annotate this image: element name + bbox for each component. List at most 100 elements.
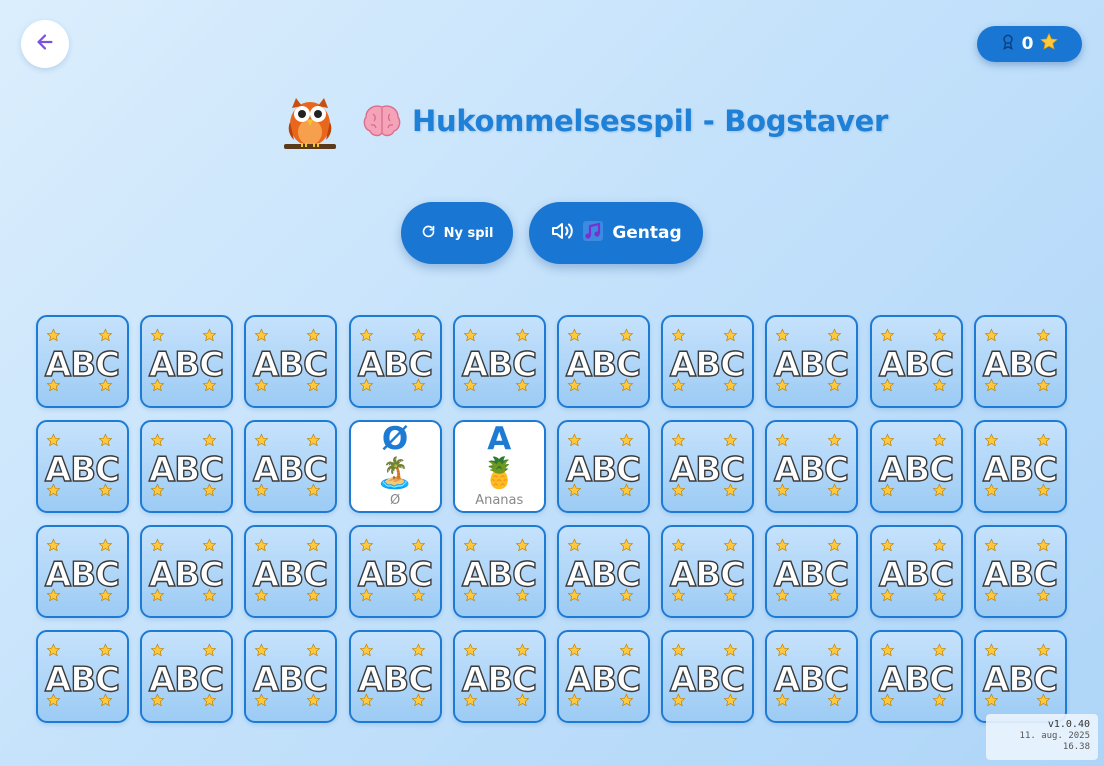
memory-card-back[interactable]: ABC [973,315,1067,408]
memory-card-back[interactable]: ABC [765,525,859,618]
memory-card-revealed[interactable]: A 🍍 Ananas [452,420,546,513]
svg-text:ABC: ABC [983,555,1057,595]
memory-card-back[interactable]: ABC [661,315,755,408]
volume-icon [550,220,574,247]
svg-text:ABC: ABC [253,450,327,490]
memory-card-back[interactable]: ABC [869,420,963,513]
svg-text:ABC: ABC [670,555,744,595]
memory-card-back[interactable]: ABC [869,525,963,618]
memory-card-back[interactable]: ABC [244,315,338,408]
abc-stars-icon: ABC [148,328,225,392]
abc-stars-icon: ABC [565,433,642,497]
page-header: Hukommelsesspil - Bogstaver [282,92,888,150]
abc-stars-icon: ABC [774,538,850,602]
svg-text:ABC: ABC [878,345,952,385]
memory-card-back[interactable]: ABC [140,315,234,408]
memory-card-back[interactable]: ABC [140,630,234,723]
abc-stars-icon: ABC [982,433,1058,497]
memory-card-back[interactable]: ABC [869,630,963,723]
memory-card-back[interactable]: ABC [452,630,546,723]
svg-text:ABC: ABC [357,555,431,595]
svg-text:ABC: ABC [566,660,640,700]
abc-stars-icon: ABC [44,538,121,602]
memory-card-back[interactable]: ABC [556,525,650,618]
repeat-label: Gentag [612,223,682,243]
svg-text:ABC: ABC [357,345,431,385]
memory-card-back[interactable]: ABC [140,420,234,513]
memory-card-back[interactable]: ABC [348,315,442,408]
abc-stars-icon: ABC [148,433,225,497]
memory-card-back[interactable]: ABC [973,630,1067,723]
version-time: 16.38 [1062,742,1090,752]
memory-card-back[interactable]: ABC [36,630,129,723]
memory-card-back[interactable]: ABC [36,525,129,618]
svg-text:ABC: ABC [878,555,952,595]
abc-stars-icon: ABC [669,643,746,707]
memory-card-back[interactable]: ABC [661,420,755,513]
memory-card-back[interactable]: ABC [973,525,1067,618]
memory-card-back[interactable]: ABC [661,630,755,723]
memory-card-back[interactable]: ABC [36,315,129,408]
abc-stars-icon: ABC [878,643,954,707]
memory-card-back[interactable]: ABC [244,420,338,513]
svg-text:ABC: ABC [566,345,640,385]
abc-stars-icon: ABC [357,643,433,707]
version-number: v1.0.40 [1047,719,1090,730]
abc-stars-icon: ABC [461,538,538,602]
abc-stars-icon: ABC [565,538,642,602]
abc-stars-icon: ABC [44,643,121,707]
memory-card-back[interactable]: ABC [765,420,859,513]
svg-text:ABC: ABC [983,660,1057,700]
svg-text:ABC: ABC [670,660,744,700]
svg-text:ABC: ABC [149,345,223,385]
arrow-left-icon [34,31,56,57]
svg-text:ABC: ABC [774,660,848,700]
abc-stars-icon: ABC [148,538,225,602]
svg-text:ABC: ABC [670,345,744,385]
refresh-icon [421,224,436,243]
abc-stars-icon: ABC [878,328,954,392]
memory-card-back[interactable]: ABC [348,525,442,618]
abc-stars-icon: ABC [982,328,1058,392]
memory-card-back[interactable]: ABC [765,315,859,408]
abc-stars-icon: ABC [878,433,954,497]
abc-stars-icon: ABC [253,643,329,707]
svg-text:ABC: ABC [670,450,744,490]
abc-stars-icon: ABC [669,538,746,602]
card-word: Ananas [475,493,524,508]
memory-card-back[interactable]: ABC [869,315,963,408]
abc-stars-icon: ABC [357,538,433,602]
memory-card-back[interactable]: ABC [452,525,546,618]
abc-stars-icon: ABC [878,538,954,602]
version-info: v1.0.40 11. aug. 2025 16.38 [986,714,1098,760]
memory-card-back[interactable]: ABC [661,525,755,618]
memory-card-back[interactable]: ABC [244,525,338,618]
abc-stars-icon: ABC [774,643,850,707]
memory-card-back[interactable]: ABC [244,630,338,723]
memory-card-back[interactable]: ABC [556,420,650,513]
version-date: 11. aug. 2025 [1019,730,1090,741]
owl-mascot-icon [282,92,338,150]
memory-card-back[interactable]: ABC [556,630,650,723]
svg-text:ABC: ABC [566,555,640,595]
abc-stars-icon: ABC [565,643,642,707]
memory-card-revealed[interactable]: Ø 🏝️ Ø [348,420,442,513]
abc-stars-icon: ABC [669,433,746,497]
memory-card-grid: ABC ABC ABC ABC ABC ABC ABC ABC ABC ABC … [36,315,1068,723]
repeat-button[interactable]: Gentag [529,202,703,264]
memory-card-back[interactable]: ABC [36,420,129,513]
abc-stars-icon: ABC [461,643,538,707]
memory-card-back[interactable]: ABC [140,525,234,618]
svg-text:ABC: ABC [462,345,536,385]
svg-text:ABC: ABC [357,660,431,700]
back-button[interactable] [21,20,69,68]
abc-stars-icon: ABC [982,538,1058,602]
memory-card-back[interactable]: ABC [765,630,859,723]
memory-card-back[interactable]: ABC [556,315,650,408]
memory-card-back[interactable]: ABC [452,315,546,408]
new-game-button[interactable]: Ny spil [401,202,513,264]
abc-stars-icon: ABC [982,643,1058,707]
memory-card-back[interactable]: ABC [348,630,442,723]
svg-text:ABC: ABC [774,345,848,385]
memory-card-back[interactable]: ABC [973,420,1067,513]
